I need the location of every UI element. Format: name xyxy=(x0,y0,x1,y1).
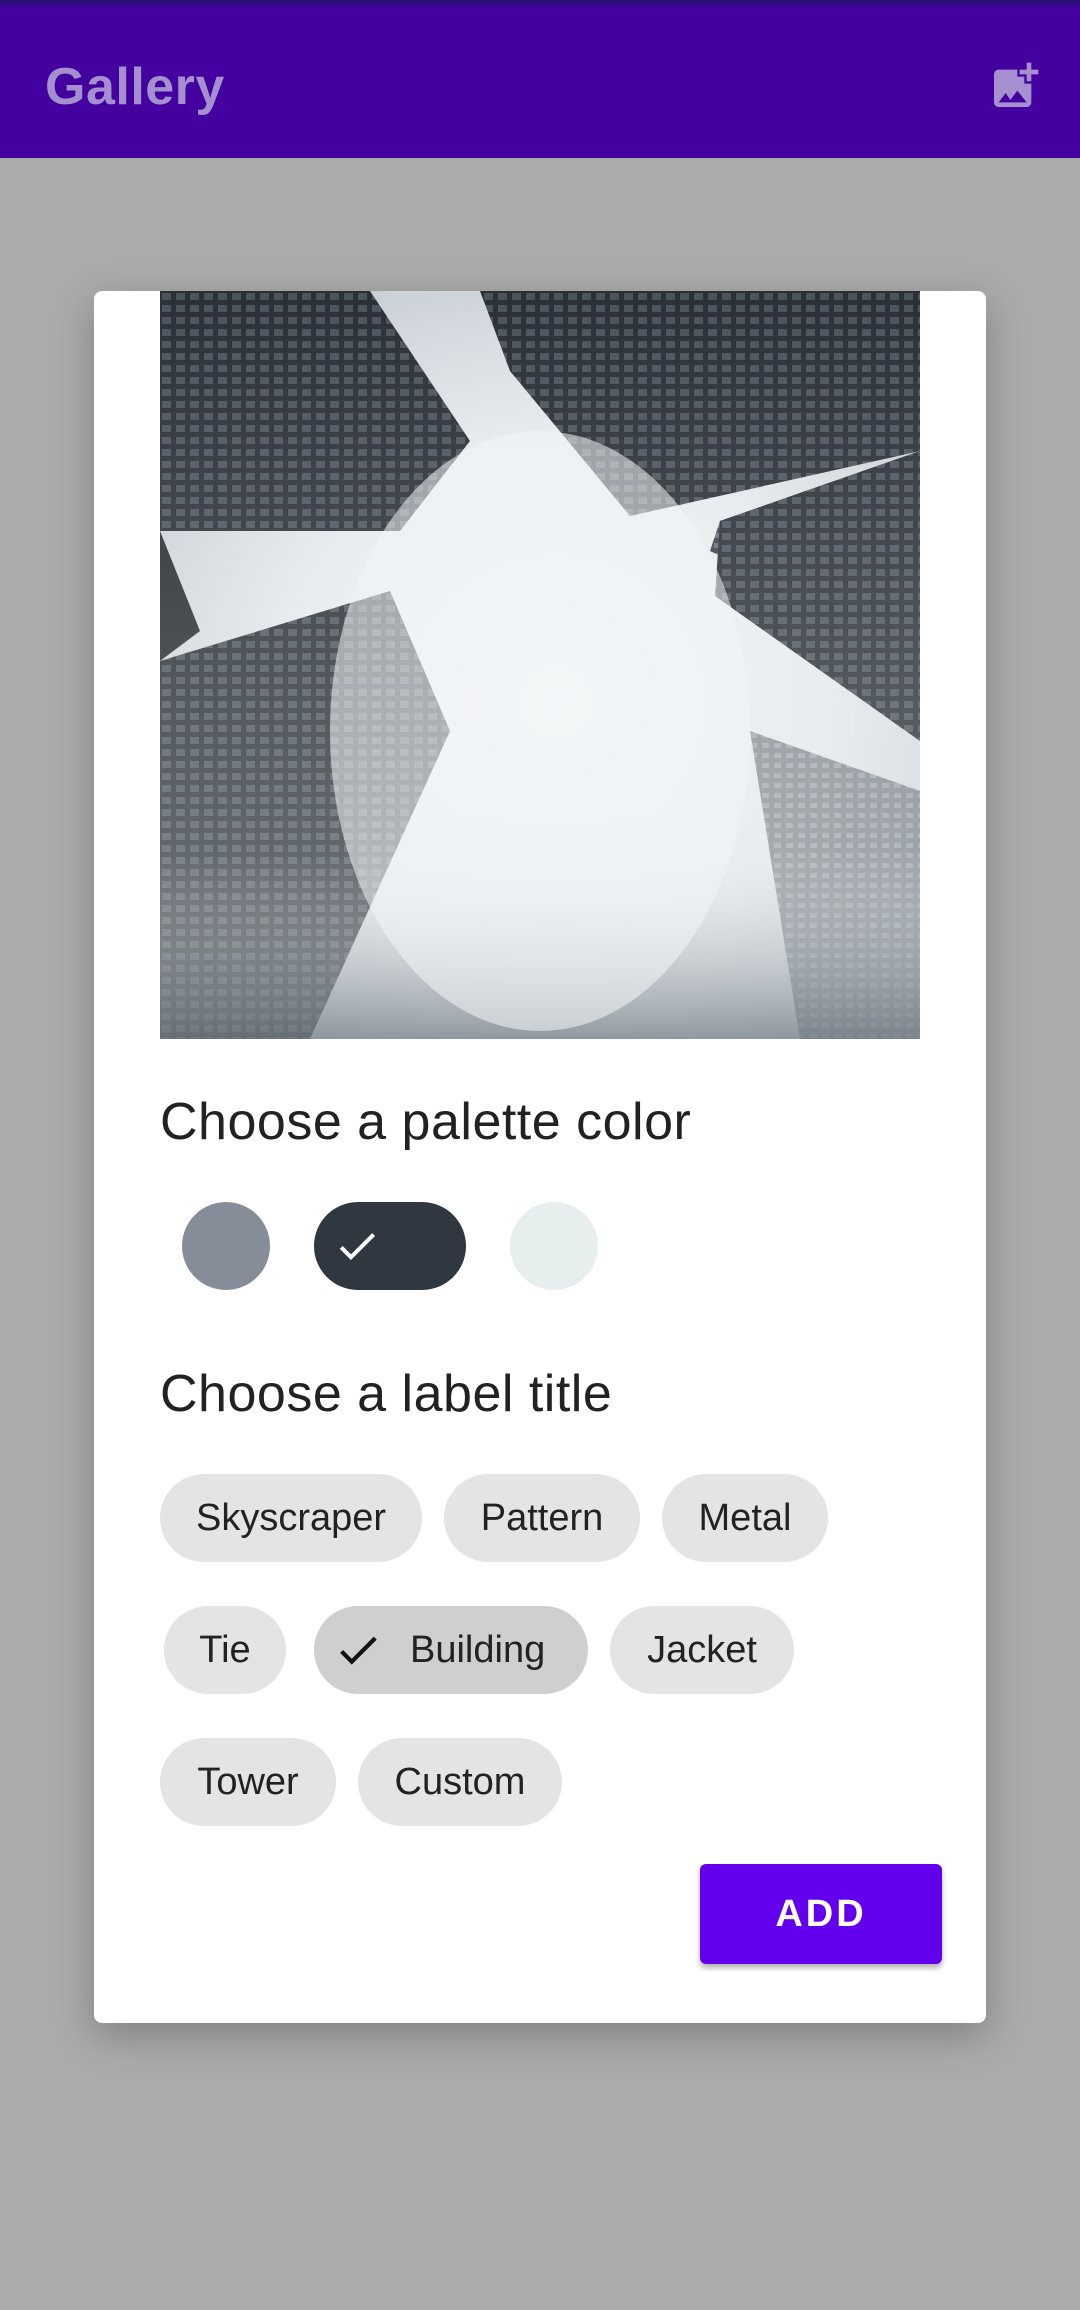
chip-tower[interactable]: Tower xyxy=(160,1738,336,1826)
chip-jacket[interactable]: Jacket xyxy=(610,1606,794,1694)
check-icon xyxy=(340,1636,377,1665)
label-title: Choose a label title xyxy=(160,1365,613,1423)
chip-label: Jacket xyxy=(647,1628,757,1671)
add-photo-button[interactable] xyxy=(980,51,1050,121)
chip-custom[interactable]: Custom xyxy=(358,1738,562,1826)
app-bar: Gallery xyxy=(0,5,1080,158)
chip-skyscraper[interactable]: Skyscraper xyxy=(160,1474,422,1562)
chip-label: Pattern xyxy=(480,1496,604,1539)
palette-swatch-dark[interactable] xyxy=(314,1202,466,1290)
chip-pattern[interactable]: Pattern xyxy=(444,1474,640,1562)
chip-label: Custom xyxy=(394,1760,526,1803)
add-label-dialog: Choose a palette color Choose a label ti… xyxy=(94,291,986,2023)
check-icon xyxy=(339,1233,375,1260)
chip-label: Skyscraper xyxy=(195,1496,387,1539)
chip-tie[interactable]: Tie xyxy=(164,1606,286,1694)
chip-label: Tie xyxy=(199,1628,251,1671)
add-photo-icon xyxy=(994,62,1039,107)
chip-label: Tower xyxy=(197,1760,299,1803)
chip-building[interactable]: Building xyxy=(314,1606,588,1694)
palette-title: Choose a palette color xyxy=(160,1093,692,1151)
add-button[interactable]: ADD xyxy=(700,1864,942,1964)
palette-swatch-gray[interactable] xyxy=(182,1202,270,1290)
chip-label: Building xyxy=(410,1628,546,1671)
app-title: Gallery xyxy=(45,58,225,116)
chip-metal[interactable]: Metal xyxy=(662,1474,828,1562)
chip-label: Metal xyxy=(698,1496,792,1539)
palette-swatch-light[interactable] xyxy=(510,1202,598,1290)
preview-image xyxy=(160,291,920,1039)
